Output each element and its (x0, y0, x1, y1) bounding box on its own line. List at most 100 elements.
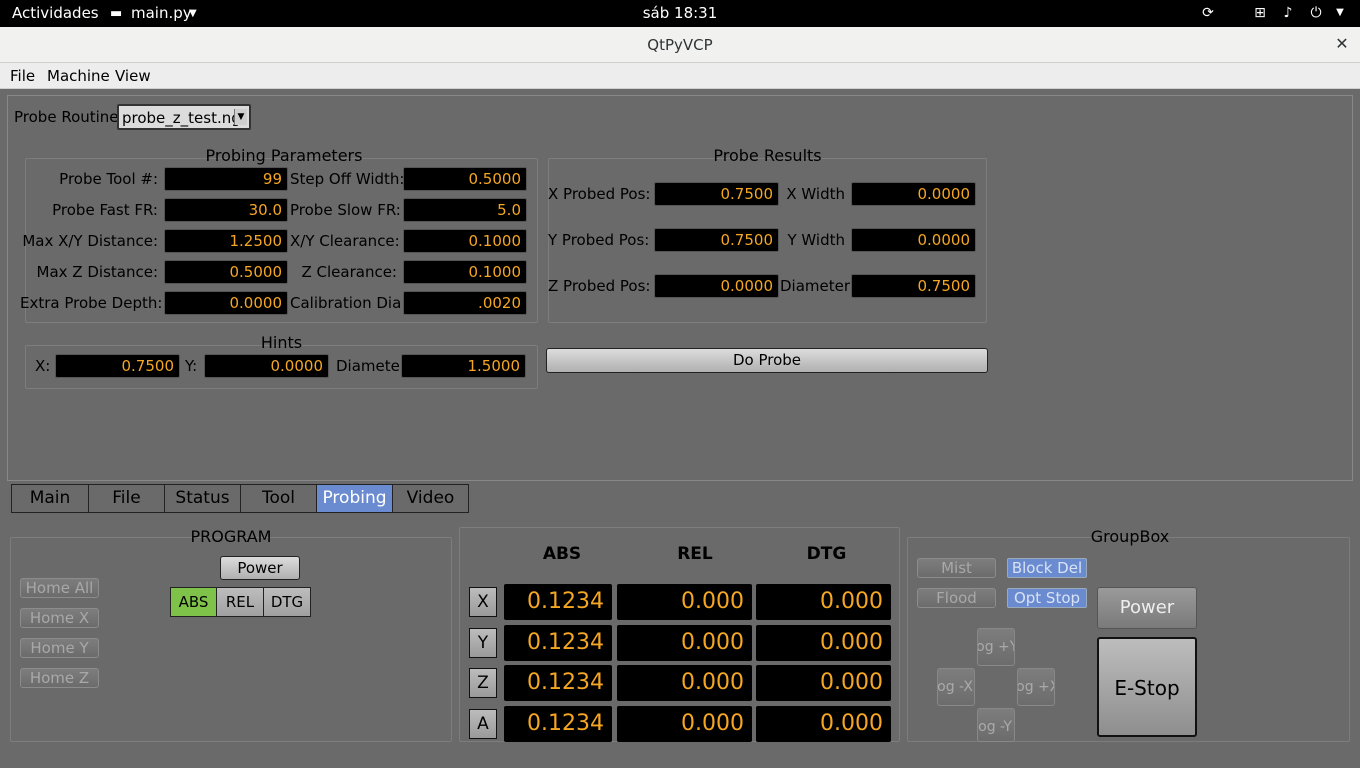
window-title: QtPyVCP (647, 36, 713, 54)
x-width-field[interactable]: 0.0000 (851, 182, 976, 206)
jog-plus-y-button[interactable]: Jog +Y (977, 628, 1015, 666)
dro-y-abs: 0.1234 (504, 625, 612, 661)
z-clearance-field[interactable]: 0.1000 (403, 260, 527, 284)
hints-title: Hints (260, 333, 303, 352)
max-z-distance-label: Max Z Distance: (36, 263, 158, 281)
tab-file[interactable]: File (88, 484, 165, 513)
tab-video[interactable]: Video (392, 484, 469, 513)
optional-stop-toggle[interactable]: Opt Stop (1007, 588, 1087, 608)
sync-icon[interactable]: ⟳ (1200, 5, 1216, 21)
step-off-width-field[interactable]: 0.5000 (403, 167, 527, 191)
z-clearance-label: Z Clearance: (301, 263, 397, 281)
xy-clearance-label: X/Y Clearance: (290, 232, 400, 250)
dro-x-abs: 0.1234 (504, 584, 612, 620)
network-icon[interactable]: ⊞ (1252, 5, 1268, 21)
jog-minus-y-label: Jog -Y (977, 719, 1012, 735)
hint-x-field[interactable]: 0.7500 (55, 354, 180, 378)
tab-probing[interactable]: Probing (316, 484, 393, 513)
y-probed-pos-field[interactable]: 0.7500 (654, 228, 779, 252)
menu-bar: File Machine View (0, 63, 1360, 89)
diameter-result-field[interactable]: 0.7500 (851, 274, 976, 298)
home-all-button[interactable]: Home All (20, 578, 99, 598)
dro-a-abs: 0.1234 (504, 706, 612, 742)
probing-parameters-title: Probing Parameters (205, 146, 363, 165)
dro-x-rel: 0.000 (617, 584, 752, 620)
max-z-distance-field[interactable]: 0.5000 (164, 260, 288, 284)
y-probed-pos-label: Y Probed Pos: (548, 231, 650, 249)
mode-dtg-button[interactable]: DTG (263, 587, 311, 617)
flood-button[interactable]: Flood (917, 588, 996, 608)
z-probed-pos-field[interactable]: 0.0000 (654, 274, 779, 298)
extra-probe-depth-label: Extra Probe Depth: (20, 294, 163, 312)
x-width-label: X Width (786, 185, 845, 203)
max-xy-distance-field[interactable]: 1.2500 (164, 229, 288, 253)
hint-diameter-field[interactable]: 1.5000 (401, 354, 526, 378)
do-probe-button[interactable]: Do Probe (546, 348, 988, 373)
menu-machine[interactable]: Machine (47, 67, 110, 85)
clock[interactable]: sáb 18:31 (0, 4, 1360, 22)
program-power-button[interactable]: Power (220, 556, 300, 580)
axis-y-button[interactable]: Y (469, 628, 497, 658)
home-y-button[interactable]: Home Y (20, 638, 99, 658)
axis-z-button[interactable]: Z (469, 668, 497, 698)
tab-tool[interactable]: Tool (240, 484, 317, 513)
hint-y-label: Y: (185, 357, 198, 375)
window-title-bar: QtPyVCP ✕ (0, 27, 1360, 63)
probe-routine-select[interactable]: probe_z_test.ng ▼ (117, 104, 251, 130)
dro-header-dtg: DTG (806, 544, 847, 564)
dro-header-abs: ABS (542, 544, 582, 564)
estop-button[interactable]: E-Stop (1097, 637, 1197, 737)
control-group-title: GroupBox (1090, 527, 1170, 546)
probe-slow-fr-label: Probe Slow FR: (290, 201, 401, 219)
x-probed-pos-field[interactable]: 0.7500 (654, 182, 779, 206)
probe-fast-fr-field[interactable]: 30.0 (164, 198, 288, 222)
calibration-dia-field[interactable]: .0020 (403, 291, 527, 315)
menu-view[interactable]: View (115, 67, 151, 85)
mist-button[interactable]: Mist (917, 558, 996, 578)
volume-icon[interactable]: ♪ (1280, 5, 1296, 21)
jog-minus-x-button[interactable]: Jog -X (937, 668, 975, 706)
probe-results-title: Probe Results (713, 146, 822, 165)
menu-file[interactable]: File (10, 67, 35, 85)
hint-x-label: X: (35, 357, 51, 375)
axis-a-button[interactable]: A (469, 709, 497, 739)
z-probed-pos-label: Z Probed Pos: (548, 277, 651, 295)
probe-routine-label: Probe Routine: (14, 108, 124, 126)
home-z-button[interactable]: Home Z (20, 668, 99, 688)
power-icon[interactable]: ⏻ (1308, 5, 1324, 21)
tab-main[interactable]: Main (11, 484, 89, 513)
y-width-label: Y Width (787, 231, 845, 249)
program-title: PROGRAM (190, 527, 272, 546)
xy-clearance-field[interactable]: 0.1000 (403, 229, 527, 253)
probe-tool-field[interactable]: 99 (164, 167, 288, 191)
close-icon[interactable]: ✕ (1332, 34, 1352, 54)
mode-abs-button[interactable]: ABS (170, 587, 217, 617)
mode-rel-button[interactable]: REL (216, 587, 264, 617)
dro-x-dtg: 0.000 (756, 584, 891, 620)
y-width-field[interactable]: 0.0000 (851, 228, 976, 252)
chevron-down-icon: ▼ (234, 109, 247, 125)
dro-y-dtg: 0.000 (756, 625, 891, 661)
probe-tool-label: Probe Tool #: (59, 170, 158, 188)
dro-y-rel: 0.000 (617, 625, 752, 661)
block-delete-toggle[interactable]: Block Del (1007, 558, 1087, 578)
probe-routine-value: probe_z_test.ng (122, 109, 241, 127)
axis-x-button[interactable]: X (469, 587, 497, 617)
dro-z-rel: 0.000 (617, 665, 752, 701)
home-x-button[interactable]: Home X (20, 608, 99, 628)
extra-probe-depth-field[interactable]: 0.0000 (164, 291, 288, 315)
jog-plus-x-button[interactable]: Jog +X (1017, 668, 1055, 706)
probe-fast-fr-label: Probe Fast FR: (52, 201, 158, 219)
max-xy-distance-label: Max X/Y Distance: (22, 232, 158, 250)
x-probed-pos-label: X Probed Pos: (548, 185, 651, 203)
tab-status[interactable]: Status (164, 484, 241, 513)
hint-y-field[interactable]: 0.0000 (204, 354, 329, 378)
dro-mode-selector: ABS REL DTG (170, 587, 311, 617)
step-off-width-label: Step Off Width: (290, 170, 405, 188)
probe-slow-fr-field[interactable]: 5.0 (403, 198, 527, 222)
machine-power-button[interactable]: Power (1097, 587, 1197, 629)
dro-z-abs: 0.1234 (504, 665, 612, 701)
jog-minus-y-button[interactable]: Jog -Y (977, 708, 1015, 742)
chevron-down-icon[interactable]: ▼ (1332, 5, 1348, 21)
dro-header-rel: REL (677, 544, 713, 564)
